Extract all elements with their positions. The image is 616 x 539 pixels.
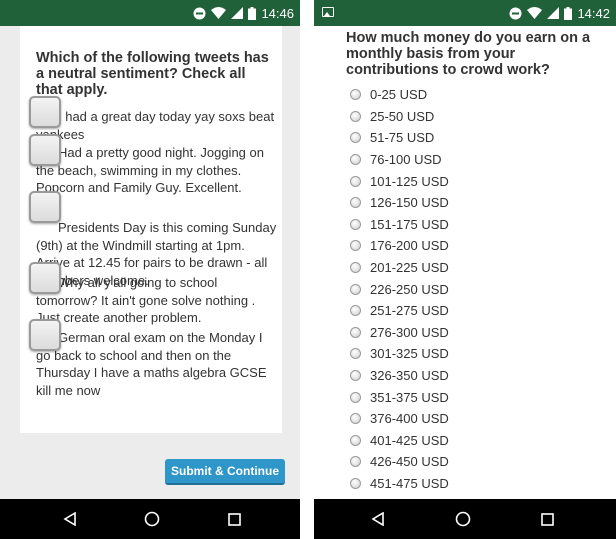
radio-button[interactable] [350,131,361,143]
status-bar: 14:46 [0,0,300,26]
navigation-bar [0,499,300,539]
tweet-option-4: Why all y'all going to school tomorrow? … [36,275,256,325]
income-option[interactable]: 201-225 USD [350,257,449,277]
radio-button[interactable] [350,110,361,122]
income-option[interactable]: 426-450 USD [350,451,449,471]
radio-button[interactable] [350,153,361,165]
income-option[interactable]: 51-75 USD [350,127,434,147]
tweet-option-1: I had a great day today yay soxs beat ya… [36,109,275,142]
income-option[interactable]: 351-375 USD [350,387,449,407]
back-button[interactable] [358,499,398,539]
radio-button[interactable] [350,175,361,187]
income-option[interactable]: 0-25 USD [350,84,427,104]
income-option[interactable]: 401-425 USD [350,430,449,450]
dnd-icon [193,7,206,19]
radio-button[interactable] [350,434,361,446]
radio-button[interactable] [350,326,361,338]
radio-button[interactable] [350,412,361,424]
income-option[interactable]: 176-200 USD [350,235,449,255]
tweet-option-2: Had a pretty good night. Jogging on the … [36,145,264,195]
radio-button[interactable] [350,196,361,208]
home-button[interactable] [132,499,172,539]
income-option[interactable]: 376-400 USD [350,408,449,428]
radio-button[interactable] [350,261,361,273]
status-time: 14:46 [261,5,294,21]
recents-button[interactable] [214,499,254,539]
radio-button[interactable] [350,88,361,100]
home-icon [144,511,160,527]
back-button[interactable] [50,499,90,539]
tweet-checkbox-5[interactable] [29,319,61,351]
dnd-icon [509,7,522,19]
question-title: How much money do you earn on a monthly … [346,30,591,78]
income-option[interactable]: 451-475 USD [350,473,449,493]
tweet-checkbox-2[interactable] [29,134,61,166]
income-option[interactable]: 151-175 USD [350,214,449,234]
radio-button[interactable] [350,369,361,381]
tweet-checkbox-1[interactable] [29,96,61,128]
notification-image-icon [322,7,334,17]
home-icon [455,511,471,527]
income-option[interactable]: 301-325 USD [350,343,449,363]
back-icon [371,512,384,526]
question-title: Which of the following tweets has a neut… [36,50,269,98]
income-option[interactable]: 126-150 USD [350,192,449,212]
recents-icon [540,512,554,526]
income-option[interactable]: 326-350 USD [350,365,449,385]
radio-button[interactable] [350,391,361,403]
income-option[interactable]: 101-125 USD [350,171,449,191]
income-option[interactable]: 76-100 USD [350,149,442,169]
income-option[interactable]: 251-275 USD [350,300,449,320]
status-time: 14:42 [577,5,610,21]
wifi-icon [527,7,543,19]
battery-icon [248,6,257,20]
right-phone-screen: 14:42 How much money do you earn on a mo… [314,0,616,539]
submit-continue-button[interactable]: Submit & Continue [165,459,285,485]
home-button[interactable] [443,499,483,539]
radio-button[interactable] [350,283,361,295]
navigation-bar [314,499,616,539]
tweet-checkbox-3[interactable] [29,191,61,223]
status-bar: 14:42 [314,0,616,26]
radio-button[interactable] [350,455,361,467]
signal-icon [231,7,244,19]
survey-card: Which of the following tweets has a neut… [20,26,282,433]
income-option[interactable]: 276-300 USD [350,322,449,342]
back-icon [63,512,76,526]
tweet-checkbox-4[interactable] [29,262,61,294]
recents-button[interactable] [527,499,567,539]
wifi-icon [211,7,227,19]
tweet-option-5: German oral exam on the Monday I go back… [36,330,267,398]
income-option[interactable]: 25-50 USD [350,106,434,126]
left-phone-screen: 14:46 Which of the following tweets has … [0,0,300,539]
radio-button[interactable] [350,347,361,359]
radio-button[interactable] [350,304,361,316]
radio-button[interactable] [350,239,361,251]
radio-button[interactable] [350,218,361,230]
signal-icon [547,7,560,19]
battery-icon [564,6,573,20]
recents-icon [227,512,241,526]
radio-button[interactable] [350,477,361,489]
income-option[interactable]: 226-250 USD [350,279,449,299]
